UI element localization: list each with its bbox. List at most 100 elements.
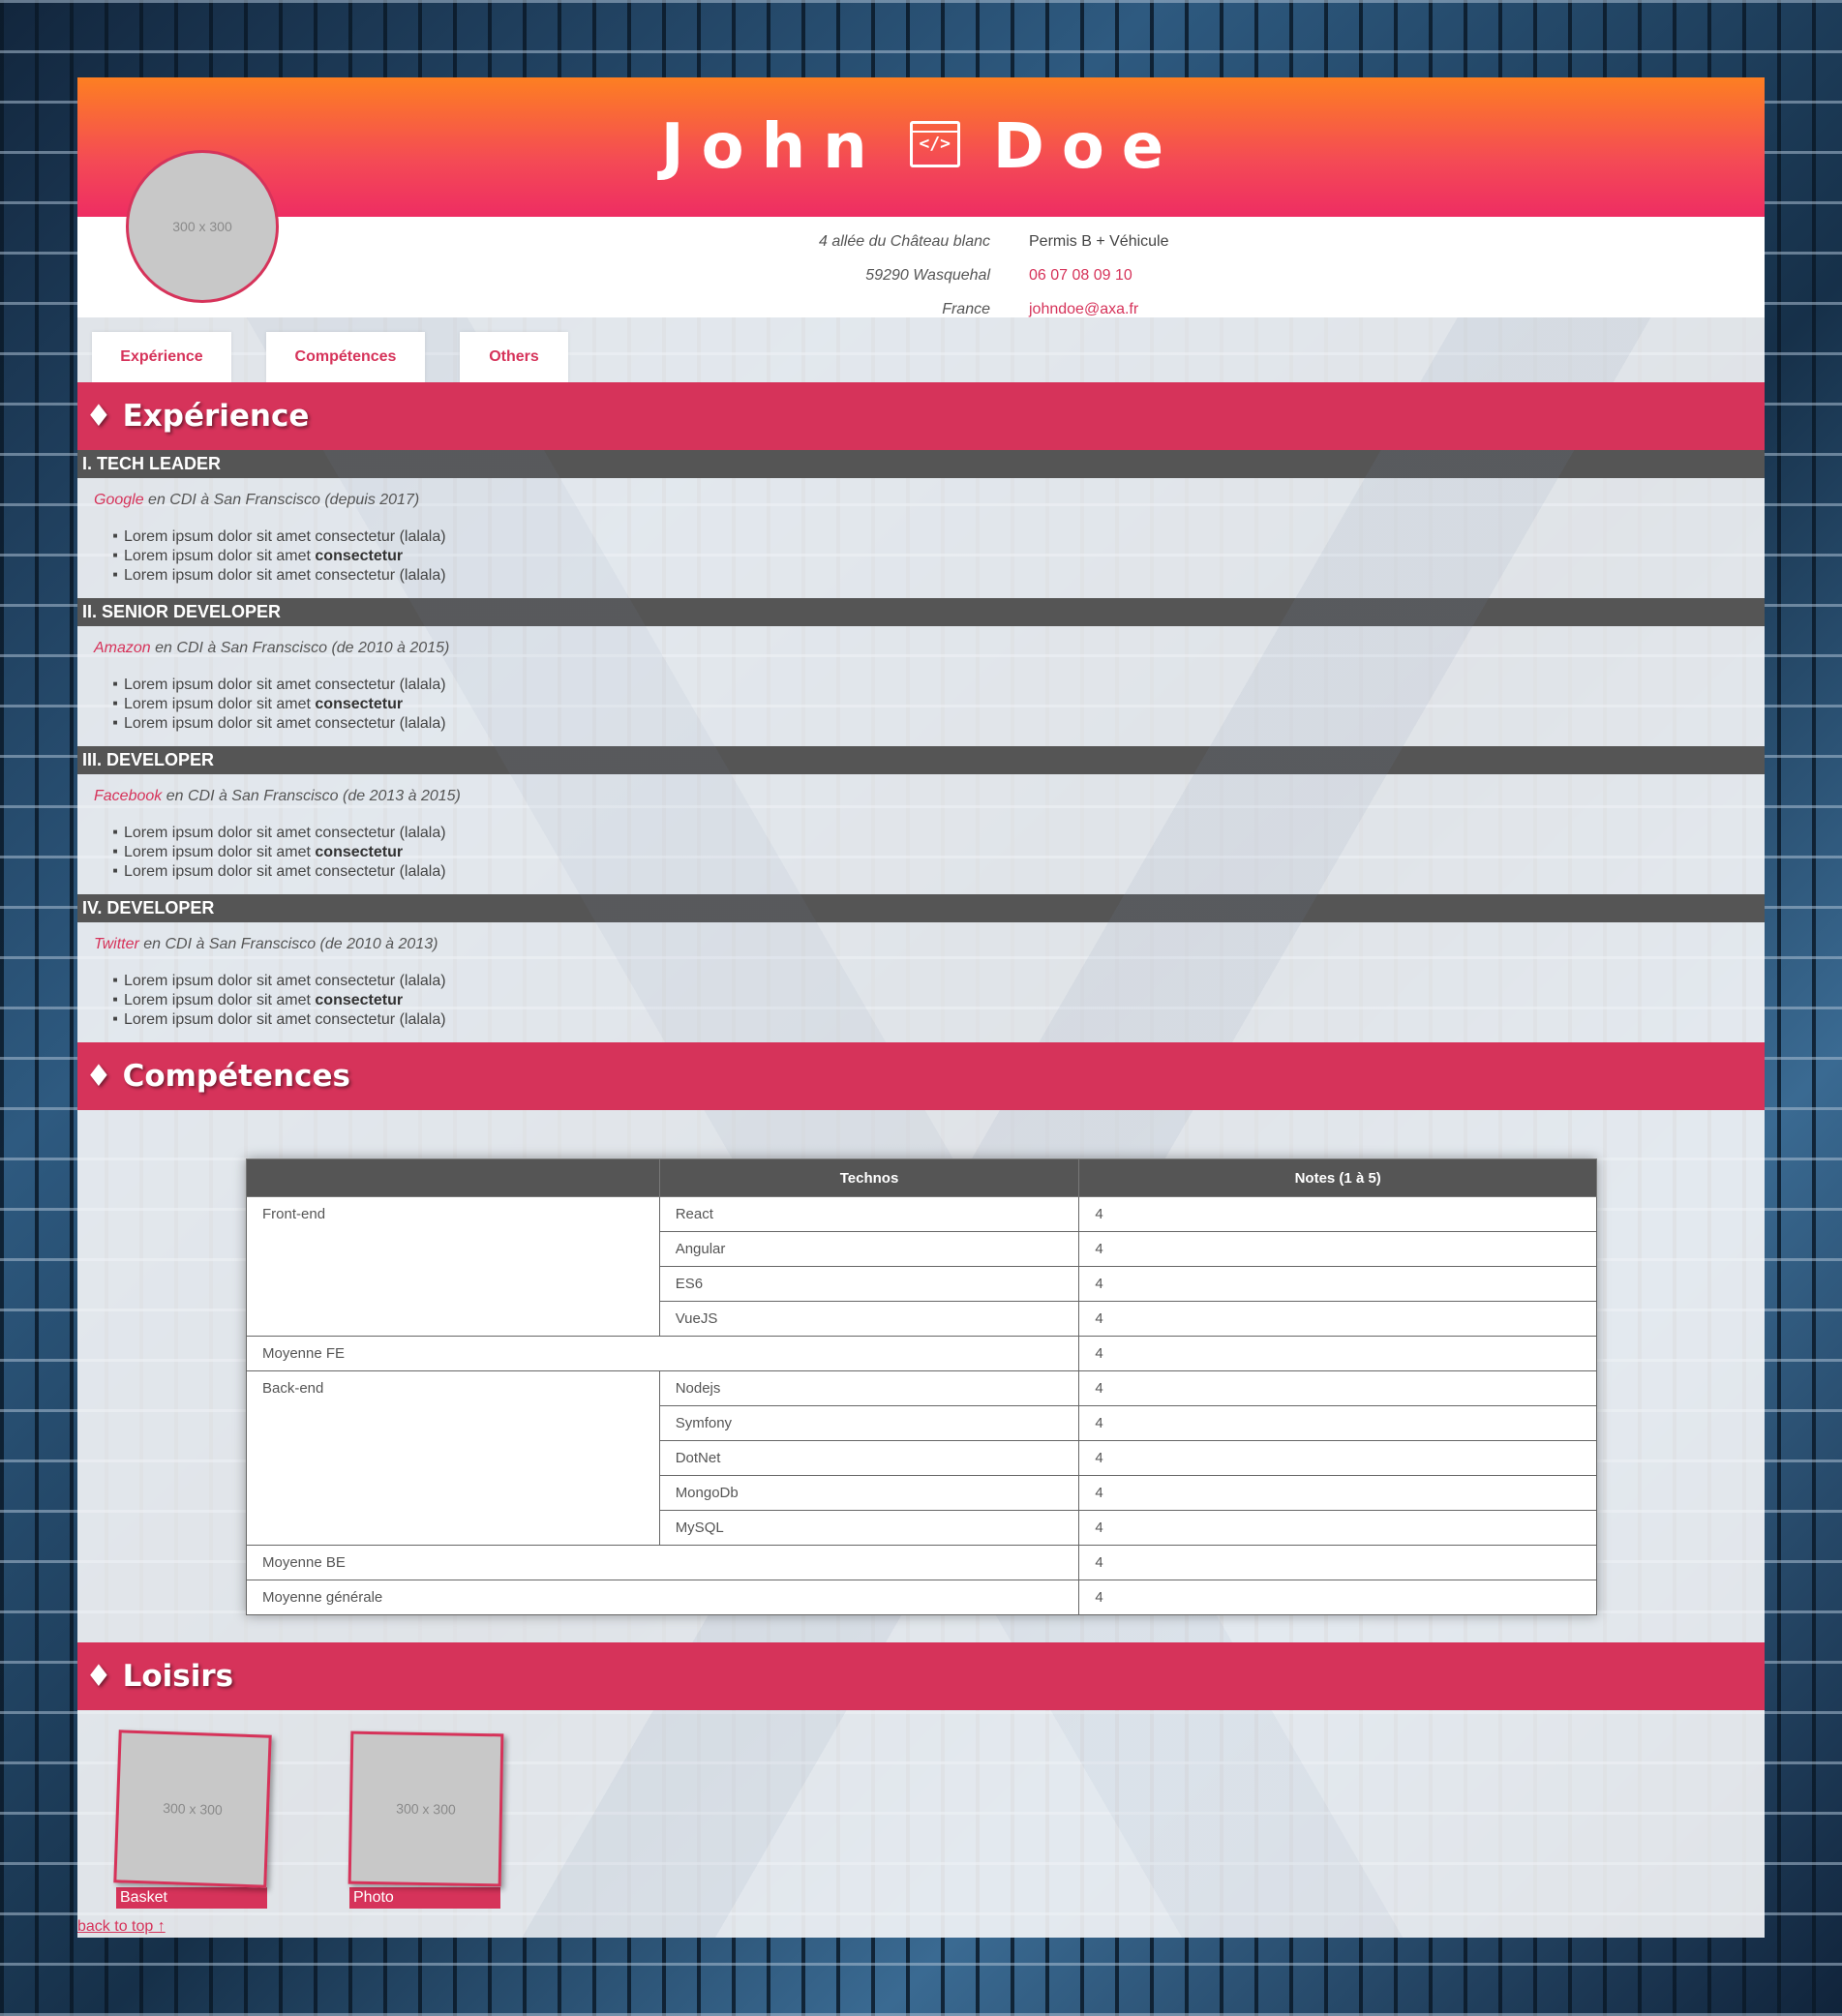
list-item: Lorem ipsum dolor sit amet consectetur <box>106 990 446 1009</box>
job-entry: IV. DEVELOPER Twitter en CDI à San Frans… <box>77 894 1765 1042</box>
avatar: 300 x 300 <box>126 150 279 303</box>
image-placeholder-label: 300 x 300 <box>396 1800 456 1818</box>
job-title: III. DEVELOPER <box>77 746 1765 774</box>
tech-cell: Nodejs <box>658 1370 1080 1406</box>
note-cell: 4 <box>1078 1301 1597 1337</box>
list-item: Lorem ipsum dolor sit amet consectetur (… <box>106 861 446 881</box>
hobby-card[interactable]: 300 x 300 Basket <box>113 1730 272 1909</box>
job-company-line: Facebook en CDI à San Franscisco (de 201… <box>94 788 461 804</box>
hobby-caption: Basket <box>116 1887 267 1909</box>
company-link[interactable]: Google <box>94 492 144 508</box>
job-body: Twitter en CDI à San Franscisco (de 2010… <box>77 922 1765 1042</box>
competences-heading: ♦ Compétences <box>77 1042 1765 1110</box>
job-body: Google en CDI à San Franscisco (depuis 2… <box>77 478 1765 598</box>
job-bullets: Lorem ipsum dolor sit amet consectetur (… <box>106 675 446 733</box>
note-cell: 4 <box>1078 1231 1597 1267</box>
job-title: I. TECH LEADER <box>77 450 1765 478</box>
hobbies-area: 300 x 300 Basket 300 x 300 Photo <box>77 1710 1765 1933</box>
hobby-card[interactable]: 300 x 300 Photo <box>347 1730 504 1909</box>
first-name: John <box>660 111 885 183</box>
overall-value-cell: 4 <box>1078 1580 1597 1615</box>
avatar-placeholder-label: 300 x 300 <box>172 219 232 234</box>
job-title: II. SENIOR DEVELOPER <box>77 598 1765 626</box>
tech-cell: DotNet <box>658 1440 1080 1476</box>
company-link[interactable]: Facebook <box>94 788 162 804</box>
average-value-cell: 4 <box>1078 1336 1597 1371</box>
contact-block: Permis B + Véhicule 06 07 08 09 10 johnd… <box>1029 225 1169 326</box>
tech-cell: VueJS <box>658 1301 1080 1337</box>
list-item: Lorem ipsum dolor sit amet consectetur (… <box>106 527 446 546</box>
company-link[interactable]: Amazon <box>94 640 151 656</box>
page-title: John </> Doe <box>77 108 1765 186</box>
phone-link[interactable]: 06 07 08 09 10 <box>1029 258 1169 292</box>
tech-cell: Symfony <box>658 1405 1080 1441</box>
list-item: Lorem ipsum dolor sit amet consectetur (… <box>106 713 446 733</box>
tech-cell: React <box>658 1196 1080 1232</box>
address-line: 4 allée du Château blanc <box>818 233 990 250</box>
hobby-image: 300 x 300 <box>347 1730 504 1887</box>
table-row: Front-end React 4 <box>246 1196 1597 1337</box>
job-company-line: Google en CDI à San Franscisco (depuis 2… <box>94 492 420 508</box>
list-item: Lorem ipsum dolor sit amet consectetur <box>106 694 446 713</box>
contact-strip: 4 allée du Château blanc 59290 Wasquehal… <box>77 217 1765 317</box>
note-cell: 4 <box>1078 1370 1597 1406</box>
list-item: Lorem ipsum dolor sit amet consectetur (… <box>106 823 446 842</box>
skills-area: Technos Notes (1 à 5) Front-end React 4 … <box>77 1110 1765 1642</box>
header-banner: John </> Doe <box>77 77 1765 217</box>
list-item: Lorem ipsum dolor sit amet consectetur <box>106 842 446 861</box>
note-cell: 4 <box>1078 1440 1597 1476</box>
job-company-line: Amazon en CDI à San Franscisco (de 2010 … <box>94 640 450 656</box>
experience-heading: ♦ Expérience <box>77 382 1765 450</box>
average-label-cell: Moyenne FE <box>245 1336 1080 1371</box>
job-bullets: Lorem ipsum dolor sit amet consectetur (… <box>106 823 446 881</box>
job-entry: II. SENIOR DEVELOPER Amazon en CDI à San… <box>77 598 1765 746</box>
address-block: 4 allée du Château blanc 59290 Wasquehal… <box>819 225 990 326</box>
table-row: Moyenne BE 4 <box>245 1545 1597 1580</box>
category-cell: Back-end <box>246 1370 660 1546</box>
note-cell: 4 <box>1078 1196 1597 1232</box>
back-to-top-link[interactable]: back to top ↑ <box>77 1918 166 1936</box>
job-bullets: Lorem ipsum dolor sit amet consectetur (… <box>106 527 446 585</box>
tab-competences[interactable]: Compétences <box>266 332 425 382</box>
category-cell: Front-end <box>246 1196 660 1337</box>
job-bullets: Lorem ipsum dolor sit amet consectetur (… <box>106 971 446 1029</box>
column-header: Notes (1 à 5) <box>1078 1158 1597 1197</box>
job-entry: I. TECH LEADER Google en CDI à San Frans… <box>77 450 1765 598</box>
last-name: Doe <box>992 111 1182 183</box>
job-body: Amazon en CDI à San Franscisco (de 2010 … <box>77 626 1765 746</box>
company-link[interactable]: Twitter <box>94 936 139 952</box>
average-value-cell: 4 <box>1078 1545 1597 1580</box>
job-entry: III. DEVELOPER Facebook en CDI à San Fra… <box>77 746 1765 894</box>
table-row: Back-end Nodejs 4 <box>246 1370 1597 1546</box>
note-cell: 4 <box>1078 1266 1597 1302</box>
table-row: Moyenne FE 4 <box>245 1336 1597 1371</box>
license-text: Permis B + Véhicule <box>1029 233 1169 250</box>
list-item: Lorem ipsum dolor sit amet consectetur (… <box>106 675 446 694</box>
tech-cell: MySQL <box>658 1510 1080 1546</box>
hobby-caption: Photo <box>349 1887 500 1909</box>
address-line: 59290 Wasquehal <box>865 267 990 284</box>
job-title: IV. DEVELOPER <box>77 894 1765 922</box>
nav-tabs: Expérience Compétences Others <box>77 317 1765 382</box>
list-item: Lorem ipsum dolor sit amet consectetur (… <box>106 971 446 990</box>
average-label-cell: Moyenne BE <box>245 1545 1080 1580</box>
job-company-line: Twitter en CDI à San Franscisco (de 2010… <box>94 936 438 952</box>
tech-cell: Angular <box>658 1231 1080 1267</box>
column-header <box>246 1158 660 1197</box>
note-cell: 4 <box>1078 1475 1597 1511</box>
resume-page: John </> Doe 300 x 300 4 allée du Château … <box>77 77 1765 1938</box>
list-item: Lorem ipsum dolor sit amet consectetur <box>106 546 446 565</box>
table-row: Moyenne générale 4 <box>245 1580 1597 1615</box>
column-header: Technos <box>658 1158 1080 1197</box>
note-cell: 4 <box>1078 1510 1597 1546</box>
job-body: Facebook en CDI à San Franscisco (de 201… <box>77 774 1765 894</box>
image-placeholder-label: 300 x 300 <box>162 1799 224 1819</box>
table-header-row: Technos Notes (1 à 5) <box>246 1158 1597 1197</box>
code-window-icon: </> <box>909 121 960 168</box>
tech-cell: MongoDb <box>658 1475 1080 1511</box>
tab-experience[interactable]: Expérience <box>92 332 231 382</box>
tab-others[interactable]: Others <box>460 332 568 382</box>
list-item: Lorem ipsum dolor sit amet consectetur (… <box>106 1009 446 1029</box>
note-cell: 4 <box>1078 1405 1597 1441</box>
list-item: Lorem ipsum dolor sit amet consectetur (… <box>106 565 446 585</box>
